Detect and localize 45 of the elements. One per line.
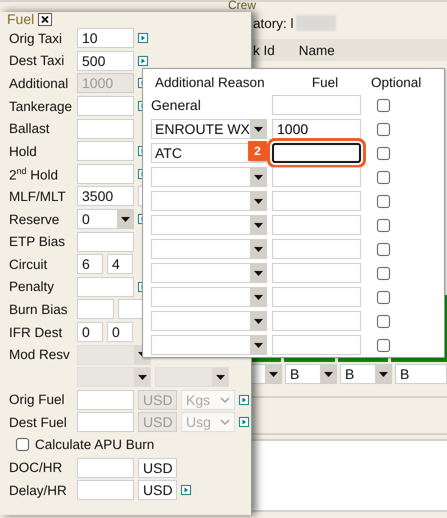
field-label: Mod Resv [9,347,71,362]
dropdown[interactable]: 0 [77,209,134,230]
field-label: Burn Bias [9,302,69,317]
input-field[interactable]: 6 [77,254,103,274]
input-field[interactable]: 10 [77,28,134,48]
input-field[interactable]: 500 [77,50,134,71]
column-header: k Id [253,42,275,58]
field-label: DOC/HR [9,460,64,476]
field-label: 2$^{nd}$ Hold [9,166,60,182]
input-field[interactable]: USD [138,480,177,500]
column-header: Additional Reason [154,74,266,90]
field-label: Orig Taxi [9,30,64,46]
field-label: Ballast [9,121,51,136]
field-label: Orig Fuel [9,392,66,408]
dropdown[interactable]: B [340,364,392,384]
field-label: Dest Fuel [9,414,68,430]
field-label: atory: l [253,16,294,30]
column-header: Name [298,42,335,58]
column-header: Fuel [310,74,340,90]
field-label: Additional [9,76,70,91]
field-label: Hold [9,144,38,159]
section-legend: Crew [228,0,256,12]
panel-title: Fuel [7,11,34,27]
reason-dropdown[interactable]: ENROUTE WX [151,119,267,139]
field-label: IFR Dest [9,324,64,340]
input-field[interactable]: 3500 [77,186,134,206]
column-header: Optional [371,74,422,90]
field-label: MLF/MLT [9,188,67,204]
field-label: Delay/HR [9,482,68,498]
field-label: Tankerage [9,98,73,114]
field-label: Reserve [9,212,60,227]
reason-label: General [151,97,202,113]
field-label: Circuit [9,256,48,272]
dropdown[interactable]: B [285,364,337,384]
field-label: ETP Bias [9,234,66,250]
input-field[interactable]: 4 [107,254,133,274]
input-field[interactable]: USD [138,458,177,478]
field-label: Dest Taxi [9,53,66,68]
checkbox-label: Calculate APU Burn [35,437,154,452]
dropdown[interactable]: B [395,364,447,384]
step-tooltip: 2 [248,141,267,161]
fuel-input[interactable]: 1000 [272,119,361,139]
input-field[interactable]: 0 [77,322,103,342]
input-field[interactable]: 0 [107,322,133,342]
field-label: Penalty [9,279,56,294]
